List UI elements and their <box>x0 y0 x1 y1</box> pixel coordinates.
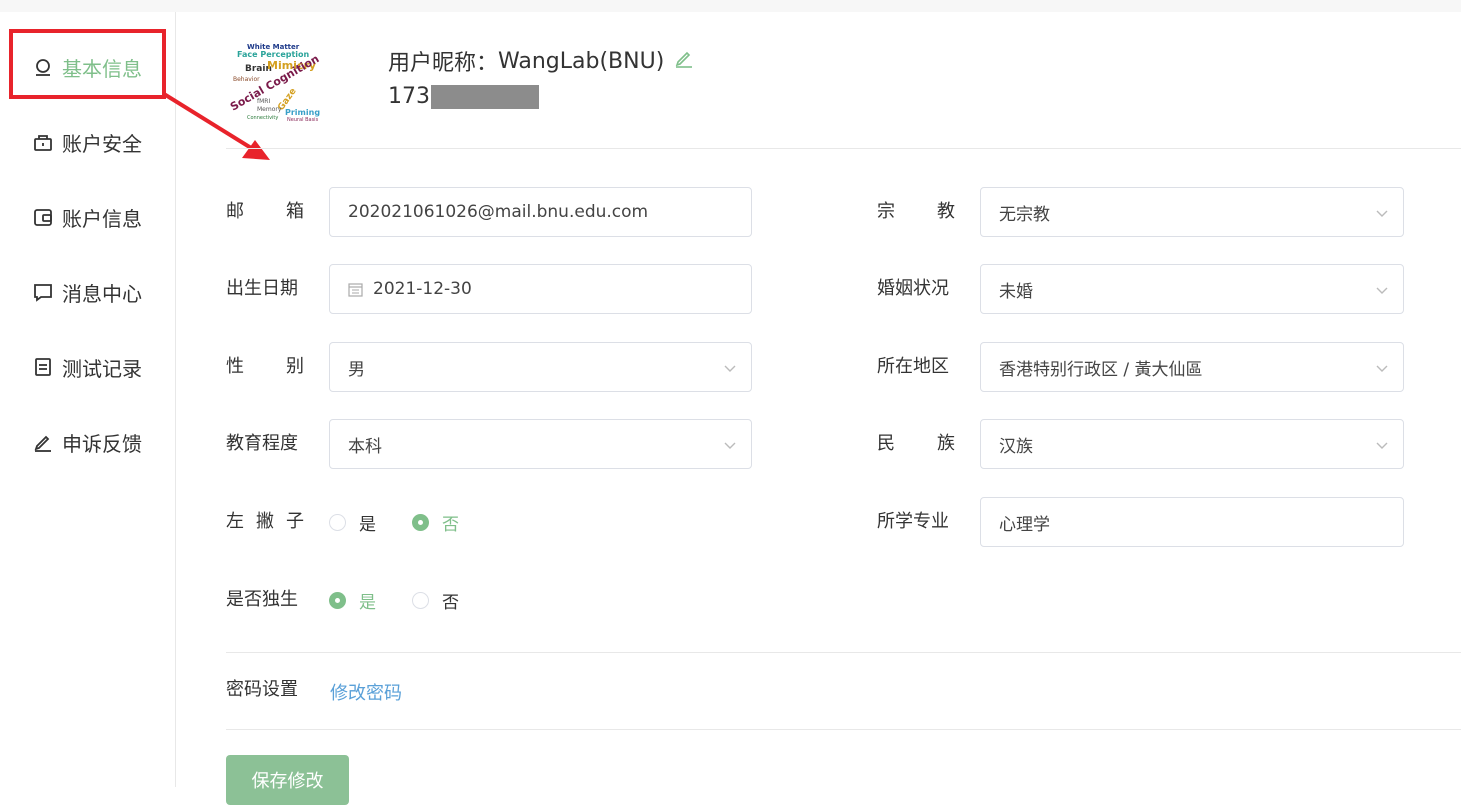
top-bar <box>0 0 1461 12</box>
education-value: 本科 <box>348 436 382 457</box>
nickname-label: 用户昵称： <box>388 51 499 76</box>
avatar[interactable]: White Matter Face Perception Brain Mimic… <box>227 41 327 121</box>
ethnicity-select[interactable]: 汉族 <box>980 419 1404 469</box>
sidebar-item-test-records[interactable]: 测试记录 <box>32 352 142 382</box>
phone-prefix: 173 <box>388 84 430 109</box>
sidebar-item-label: 消息中心 <box>62 281 142 306</box>
gender-value: 男 <box>348 359 365 380</box>
gender-select[interactable]: 男 <box>329 342 752 392</box>
birthdate-picker[interactable]: 2021-12-30 <box>329 264 752 314</box>
email-field[interactable]: 202021061026@mail.bnu.edu.com <box>329 187 752 237</box>
only-child-radio-group: 是 否 <box>329 575 495 625</box>
left-handed-no-radio[interactable]: 否 <box>412 510 459 535</box>
sidebar-item-feedback[interactable]: 申诉反馈 <box>32 427 142 457</box>
region-value: 香港特别行政区 / 黃大仙區 <box>999 359 1203 380</box>
only-child-no-radio[interactable]: 否 <box>412 588 459 613</box>
chevron-down-icon <box>723 360 737 380</box>
main-content: White Matter Face Perception Brain Mimic… <box>176 12 1461 810</box>
only-child-label: 是否独生 <box>226 589 298 610</box>
sidebar-item-label: 申诉反馈 <box>62 431 142 456</box>
chevron-down-icon <box>1375 282 1389 302</box>
phone-row: 173 <box>388 84 539 109</box>
chevron-down-icon <box>1375 360 1389 380</box>
marital-select[interactable]: 未婚 <box>980 264 1404 314</box>
divider <box>226 148 1461 149</box>
svg-text:Behavior: Behavior <box>233 76 260 83</box>
chevron-down-icon <box>1375 437 1389 457</box>
sidebar-item-message-center[interactable]: 消息中心 <box>32 277 142 307</box>
left-handed-yes-radio[interactable]: 是 <box>329 510 376 535</box>
nickname-value: WangLab(BNU) <box>498 48 665 74</box>
svg-text:fMRI: fMRI <box>257 98 270 105</box>
religion-select[interactable]: 无宗教 <box>980 187 1404 237</box>
birthdate-label: 出生日期 <box>226 278 298 299</box>
major-value: 心理学 <box>999 514 1050 535</box>
divider <box>226 652 1461 653</box>
phone-redaction-mask <box>431 84 539 109</box>
marital-label: 婚姻状况 <box>877 278 949 299</box>
religion-label: 宗教 <box>877 201 955 222</box>
ethnicity-value: 汉族 <box>999 436 1033 457</box>
sidebar-item-account-security[interactable]: 账户安全 <box>32 127 142 157</box>
gender-label: 性别 <box>226 356 304 377</box>
message-icon <box>32 281 54 303</box>
svg-text:Face Perception: Face Perception <box>237 50 310 59</box>
svg-text:Priming: Priming <box>285 108 320 117</box>
chevron-down-icon <box>723 437 737 457</box>
change-password-link[interactable]: 修改密码 <box>330 679 402 705</box>
calendar-icon <box>348 282 363 297</box>
education-label: 教育程度 <box>226 433 298 454</box>
sidebar-item-account-info[interactable]: 账户信息 <box>32 202 142 232</box>
document-icon <box>32 356 54 378</box>
edit-nickname-icon[interactable] <box>674 48 694 74</box>
wallet-icon <box>32 206 54 228</box>
email-label: 邮箱 <box>226 201 304 222</box>
region-label: 所在地区 <box>877 356 949 377</box>
sidebar-item-label: 测试记录 <box>62 356 142 381</box>
annotation-highlight-box <box>9 29 166 99</box>
only-child-yes-radio[interactable]: 是 <box>329 588 376 613</box>
region-select[interactable]: 香港特别行政区 / 黃大仙區 <box>980 342 1404 392</box>
sidebar-item-label: 账户安全 <box>62 131 142 156</box>
divider <box>226 729 1461 730</box>
education-select[interactable]: 本科 <box>329 419 752 469</box>
ethnicity-label: 民族 <box>877 433 955 454</box>
sidebar-item-label: 账户信息 <box>62 206 142 231</box>
save-changes-button[interactable]: 保存修改 <box>226 755 349 805</box>
marital-value: 未婚 <box>999 281 1033 302</box>
svg-text:Connectivity: Connectivity <box>247 115 278 121</box>
password-label: 密码设置 <box>226 679 298 700</box>
lock-icon <box>32 131 54 153</box>
svg-text:Memory: Memory <box>257 106 282 113</box>
birthdate-value: 2021-12-30 <box>373 279 472 299</box>
major-field[interactable]: 心理学 <box>980 497 1404 547</box>
religion-value: 无宗教 <box>999 204 1050 225</box>
chevron-down-icon <box>1375 205 1389 225</box>
major-label: 所学专业 <box>877 511 949 532</box>
sidebar: 基本信息 账户安全 账户信息 消息中心 测试记录 申诉反馈 <box>0 12 176 787</box>
svg-text:Neural Basis: Neural Basis <box>287 117 319 121</box>
edit-icon <box>32 431 54 453</box>
nickname-row: 用户昵称： WangLab(BNU) <box>388 45 694 77</box>
left-handed-label: 左撇子 <box>226 511 304 532</box>
email-value: 202021061026@mail.bnu.edu.com <box>348 202 649 222</box>
left-handed-radio-group: 是 否 <box>329 497 495 547</box>
